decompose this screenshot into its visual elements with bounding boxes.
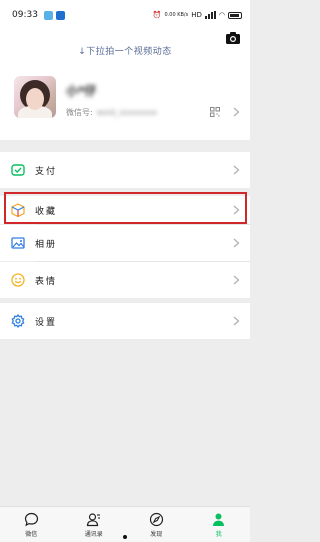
chevron-right-icon [233, 205, 240, 215]
status-time: 09:33 [12, 10, 38, 20]
favorites-cube-icon [11, 203, 25, 217]
chevron-right-icon [233, 165, 240, 175]
menu-item-pay[interactable]: 支付 [0, 152, 250, 188]
chevron-right-icon [233, 238, 240, 248]
album-icon [11, 237, 25, 249]
status-bar: 09:33 ⏰ 0.00 KB/s HD ◠ [0, 0, 250, 30]
network-speed: 0.00 KB/s [164, 12, 189, 18]
wechat-id-label: 微信号: [66, 108, 93, 117]
qr-code-icon[interactable] [210, 107, 220, 117]
status-indicators: ⏰ 0.00 KB/s HD ◠ [153, 11, 242, 19]
chevron-right-icon [233, 275, 240, 285]
tab-chats[interactable]: 微信 [0, 507, 63, 542]
page-indicator-dot [123, 535, 127, 539]
tab-me[interactable]: 我 [188, 507, 251, 542]
chevron-right-icon[interactable] [233, 107, 240, 117]
menu-label-favorites: 收藏 [35, 206, 58, 217]
menu-item-settings[interactable]: 设置 [0, 303, 250, 339]
menu-label-album: 相册 [35, 239, 58, 250]
menu-item-album[interactable]: 相册 [0, 225, 250, 261]
compass-icon [149, 512, 163, 527]
alarm-icon: ⏰ [152, 11, 162, 19]
profile-header: ↓下拉拍一个视频动态 小*仔 微信号: wxid_xxxxxxxx [0, 30, 250, 140]
signal-icon [204, 11, 216, 19]
tab-label-contacts: 通讯录 [84, 531, 103, 538]
tab-label-chats: 微信 [25, 531, 38, 538]
me-icon [213, 513, 225, 526]
avatar[interactable] [14, 76, 56, 118]
wifi-icon: ◠ [218, 11, 225, 19]
wechat-id: 微信号: wxid_xxxxxxxx [66, 107, 157, 118]
notification-app-icon-2 [55, 10, 65, 20]
wechat-id-value: wxid_xxxxxxxx [96, 108, 158, 117]
menu-label-settings: 设置 [35, 317, 58, 328]
emoji-icon [11, 273, 25, 287]
camera-icon[interactable] [226, 32, 240, 44]
chevron-right-icon [233, 316, 240, 326]
tab-discover[interactable]: 发现 [125, 507, 188, 542]
tab-contacts[interactable]: 通讯录 [63, 507, 126, 542]
contacts-icon [87, 513, 101, 527]
video-status-hint[interactable]: ↓下拉拍一个视频动态 [0, 44, 250, 57]
menu-item-favorites[interactable]: 收藏 [0, 196, 250, 224]
settings-gear-icon [11, 314, 25, 328]
nickname: 小*仔 [66, 84, 97, 98]
chat-bubble-icon [24, 512, 38, 527]
menu-item-stickers[interactable]: 表情 [0, 262, 250, 298]
battery-icon [228, 11, 242, 19]
tab-label-me: 我 [215, 531, 222, 538]
menu-label-pay: 支付 [35, 166, 58, 177]
pay-icon [11, 164, 25, 176]
hd-label: HD [191, 11, 202, 19]
tab-label-discover: 发现 [150, 531, 163, 538]
notification-app-icon [43, 10, 53, 20]
menu-label-stickers: 表情 [35, 276, 58, 287]
